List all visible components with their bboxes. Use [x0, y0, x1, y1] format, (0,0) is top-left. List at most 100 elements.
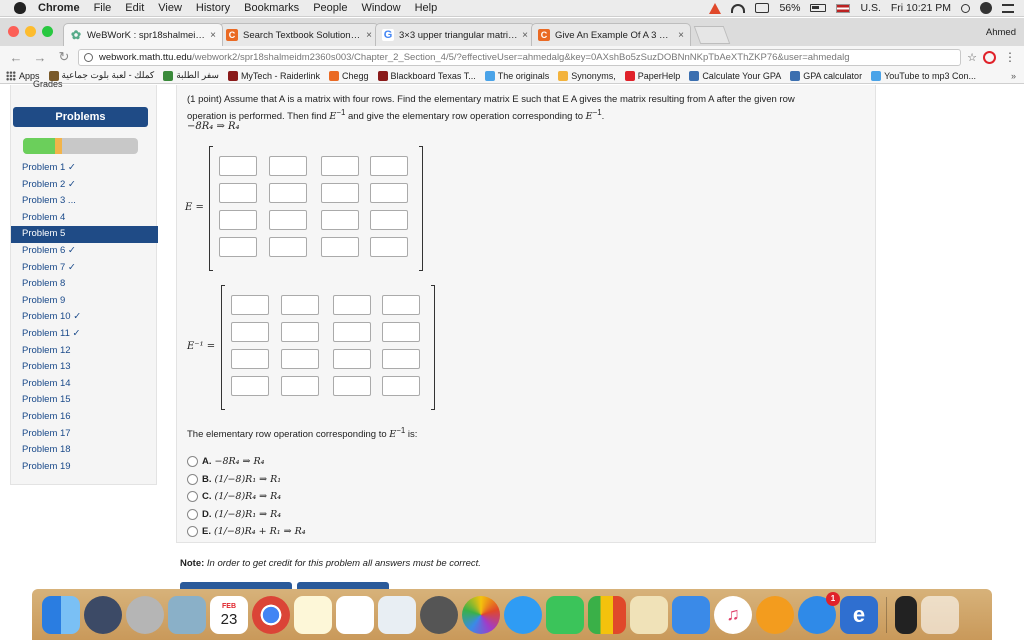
- matrix-e-inverse-entry-r2c4[interactable]: [382, 322, 420, 342]
- matrix-e-entry-r4c3[interactable]: [321, 237, 359, 257]
- sidebar-item-problem-13[interactable]: Problem 13: [11, 359, 158, 376]
- matrix-e-inverse-entry-r4c4[interactable]: [382, 376, 420, 396]
- site-info-icon[interactable]: [84, 52, 93, 62]
- matrix-e-inverse-entry-r4c1[interactable]: [231, 376, 269, 396]
- bookmark-youtube-mp3[interactable]: YouTube to mp3 Con...: [871, 70, 976, 81]
- sidebar-item-problem-7[interactable]: Problem 7 ✓: [11, 260, 158, 277]
- matrix-e-entry-r2c2[interactable]: [269, 183, 307, 203]
- input-source[interactable]: U.S.: [860, 2, 880, 14]
- siri-icon[interactable]: [980, 2, 992, 14]
- pages-icon[interactable]: [630, 595, 668, 634]
- back-arrow-icon[interactable]: ←: [8, 50, 24, 65]
- matrix-e-inverse-entry-r3c2[interactable]: [281, 349, 319, 369]
- clock[interactable]: Fri 10:21 PM: [891, 2, 951, 14]
- option-e[interactable]: E. (1/−8)R₄ + R₁ ⇒ R₄: [187, 523, 306, 541]
- matrix-e-entry-r3c1[interactable]: [219, 210, 257, 230]
- finder-icon[interactable]: [42, 595, 80, 634]
- menu-window[interactable]: Window: [361, 2, 400, 14]
- chrome-icon[interactable]: [252, 595, 290, 634]
- bookmark-paperhelp[interactable]: PaperHelp: [624, 70, 680, 81]
- sidebar-item-problem-4[interactable]: Problem 4: [11, 210, 158, 227]
- forward-arrow-icon[interactable]: →: [32, 50, 48, 65]
- sidebar-item-problem-19[interactable]: Problem 19: [11, 459, 158, 476]
- bookmark-originals[interactable]: The originals: [484, 70, 549, 81]
- system-preferences-gear-icon[interactable]: [420, 595, 458, 634]
- reload-icon[interactable]: ↻: [56, 49, 72, 65]
- matrix-e-inverse-entry-r1c1[interactable]: [231, 295, 269, 315]
- mail-stamp-icon[interactable]: [168, 595, 206, 634]
- bookmark-synonyms[interactable]: Synonyms,: [558, 70, 616, 81]
- menu-bookmarks[interactable]: Bookmarks: [244, 2, 299, 14]
- bookmark-chegg[interactable]: Chegg: [328, 70, 369, 81]
- sidebar-item-problem-16[interactable]: Problem 16: [11, 409, 158, 426]
- matrix-e-inverse-entry-r2c2[interactable]: [281, 322, 319, 342]
- close-tab-icon[interactable]: ×: [678, 30, 684, 41]
- close-tab-icon[interactable]: ×: [210, 30, 216, 41]
- matrix-e-inverse-entry-r2c3[interactable]: [333, 322, 371, 342]
- matrix-e-inverse-entry-r1c4[interactable]: [382, 295, 420, 315]
- menu-history[interactable]: History: [196, 2, 230, 14]
- close-tab-icon[interactable]: ×: [522, 30, 528, 41]
- matrix-e-entry-r2c4[interactable]: [370, 183, 408, 203]
- sidebar-item-problem-15[interactable]: Problem 15: [11, 392, 158, 409]
- warning-icon[interactable]: [709, 2, 722, 14]
- address-bar[interactable]: webwork.math.ttu.edu/webwork2/spr18shalm…: [78, 48, 962, 66]
- more-bookmarks-icon[interactable]: »: [1011, 71, 1016, 81]
- matrix-e-entry-r4c4[interactable]: [370, 237, 408, 257]
- sidebar-item-problem-14[interactable]: Problem 14: [11, 376, 158, 393]
- grades-link[interactable]: Grades: [33, 79, 63, 89]
- option-radio[interactable]: [187, 491, 198, 503]
- photos-icon[interactable]: [462, 595, 500, 634]
- bookmark-safar[interactable]: سفر الطلبة: [163, 70, 219, 81]
- matrix-e-entry-r1c1[interactable]: [219, 156, 257, 176]
- preview-icon[interactable]: [378, 595, 416, 634]
- numbers-chart-icon[interactable]: [588, 595, 626, 634]
- downloads-stack-icon[interactable]: [895, 595, 917, 634]
- bookmark-gpa-calculator[interactable]: GPA calculator: [790, 70, 862, 81]
- matrix-e-inverse-entry-r4c3[interactable]: [333, 376, 371, 396]
- matrix-e-inverse-entry-r2c1[interactable]: [231, 322, 269, 342]
- matrix-e-entry-r3c4[interactable]: [370, 210, 408, 230]
- matrix-e-entry-r2c1[interactable]: [219, 183, 257, 203]
- option-radio[interactable]: [187, 456, 198, 468]
- messages-icon[interactable]: [504, 595, 542, 634]
- app-store-icon[interactable]: 1: [798, 591, 840, 634]
- menu-edit[interactable]: Edit: [125, 2, 144, 14]
- spotlight-search-icon[interactable]: [961, 3, 970, 13]
- sidebar-item-problem-10[interactable]: Problem 10 ✓: [11, 309, 158, 326]
- tab-google-search[interactable]: G 3×3 upper triangular matrix A ×: [375, 23, 535, 46]
- sidebar-item-problem-6[interactable]: Problem 6 ✓: [11, 243, 158, 260]
- menu-file[interactable]: File: [94, 2, 112, 14]
- sidebar-item-problem-2[interactable]: Problem 2 ✓: [11, 177, 158, 194]
- trash-icon[interactable]: [921, 595, 959, 634]
- battery-icon[interactable]: [810, 4, 827, 12]
- menu-app-chrome[interactable]: Chrome: [38, 2, 80, 14]
- matrix-e-inverse-entry-r1c3[interactable]: [333, 295, 371, 315]
- wifi-icon[interactable]: [731, 3, 746, 13]
- opera-extension-icon[interactable]: [983, 50, 996, 64]
- matrix-e-inverse-entry-r1c2[interactable]: [281, 295, 319, 315]
- keynote-icon[interactable]: [672, 595, 710, 634]
- ibooks-icon[interactable]: [756, 595, 794, 634]
- sidebar-item-problem-17[interactable]: Problem 17: [11, 426, 158, 443]
- close-window-button[interactable]: [8, 26, 19, 37]
- sidebar-item-problem-3[interactable]: Problem 3 ...: [11, 193, 158, 210]
- us-flag-icon[interactable]: [836, 3, 851, 13]
- apple-logo-icon[interactable]: [14, 2, 26, 14]
- matrix-e-entry-r4c2[interactable]: [269, 237, 307, 257]
- notes-icon[interactable]: [294, 595, 332, 634]
- sidebar-item-problem-12[interactable]: Problem 12: [11, 343, 158, 360]
- sidebar-item-problem-5[interactable]: Problem 5: [11, 226, 158, 243]
- option-radio[interactable]: [187, 508, 198, 520]
- matrix-e-entry-r4c1[interactable]: [219, 237, 257, 257]
- sidebar-item-problem-1[interactable]: Problem 1 ✓: [11, 160, 158, 177]
- bookmark-star-icon[interactable]: ☆: [967, 51, 977, 64]
- sidebar-item-problem-8[interactable]: Problem 8: [11, 276, 158, 293]
- menu-help[interactable]: Help: [415, 2, 438, 14]
- close-tab-icon[interactable]: ×: [366, 30, 372, 41]
- facetime-icon[interactable]: [546, 595, 584, 634]
- tab-chegg-search[interactable]: C Search Textbook Solutions | C ×: [219, 23, 379, 46]
- menu-view[interactable]: View: [158, 2, 182, 14]
- internet-explorer-icon[interactable]: e: [840, 595, 878, 634]
- bookmark-mytech[interactable]: MyTech - Raiderlink: [227, 70, 320, 81]
